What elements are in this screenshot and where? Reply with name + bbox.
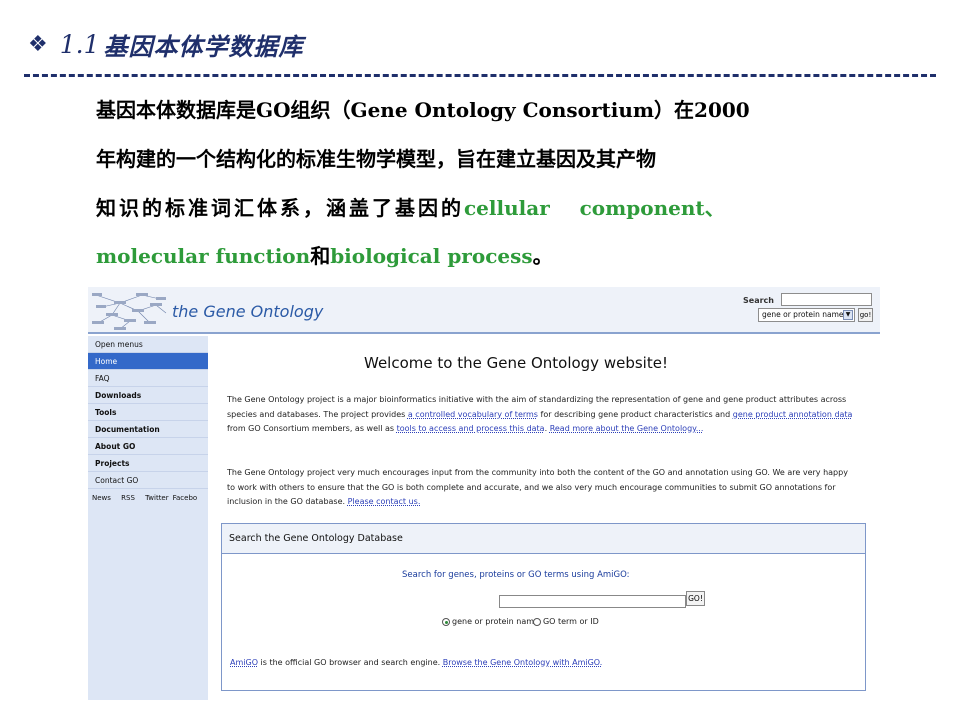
vocabulary-link[interactable]: a controlled vocabulary of terms <box>408 410 538 419</box>
amigo-search-label: Search for genes, proteins or GO terms u… <box>402 570 630 580</box>
radio-go-term[interactable] <box>532 618 541 626</box>
header-search-label: Search <box>743 296 774 305</box>
chevron-down-icon[interactable]: ▼ <box>843 310 853 320</box>
dashed-divider <box>24 74 936 77</box>
welcome-heading: Welcome to the Gene Ontology website! <box>364 354 668 372</box>
intro-paragraph-1: The Gene Ontology project is a major bio… <box>227 393 857 437</box>
section-title: 基因本体学数据库 <box>103 32 304 61</box>
news-link[interactable]: News <box>92 494 111 502</box>
sidebar-item-home[interactable]: Home <box>88 353 208 370</box>
diamond-bullet-icon: ❖ <box>28 31 48 57</box>
sidebar: Open menus Home FAQ Downloads Tools Docu… <box>88 336 208 700</box>
conjunction-text: 和 <box>310 244 331 268</box>
amigo-link[interactable]: AmiGO <box>230 658 258 667</box>
ontology-graph-logo-icon <box>92 293 167 330</box>
radio-gene-protein-label: gene or protein name <box>452 617 539 626</box>
header-search-type-select[interactable]: gene or protein name ▼ <box>758 308 855 322</box>
term-component: component <box>579 196 705 220</box>
term-separator: 、 <box>704 196 725 220</box>
paragraph-line-2: 年构建的一个结构化的标准生物学模型，旨在建立基因及其产物 <box>96 147 656 171</box>
amigo-search-input[interactable] <box>499 595 686 608</box>
go-website-screenshot: the Gene Ontology Search gene or protein… <box>88 287 880 700</box>
sidebar-item-projects[interactable]: Projects <box>88 455 208 472</box>
read-more-link[interactable]: Read more about the Gene Ontology... <box>550 424 704 433</box>
sidebar-item-open-menus[interactable]: Open menus <box>88 336 208 353</box>
intro-paragraph-2: The Gene Ontology project very much enco… <box>227 466 857 510</box>
sidebar-item-downloads[interactable]: Downloads <box>88 387 208 404</box>
paragraph-line-3: 知识的标准词汇体系，涵盖了基因的cellular component、 <box>96 188 725 228</box>
social-links: News RSS Twitter Facebo <box>88 490 208 506</box>
sidebar-item-about-go[interactable]: About GO <box>88 438 208 455</box>
term-biological-process: biological process <box>330 244 533 268</box>
header-search-go-button[interactable]: go! <box>858 308 873 322</box>
paragraph-line-4: molecular function和biological process。 <box>96 236 553 276</box>
contact-us-link[interactable]: Please contact us. <box>348 497 421 506</box>
sidebar-item-faq[interactable]: FAQ <box>88 370 208 387</box>
period-text: 。 <box>532 244 553 268</box>
paragraph-text: 知识的标准词汇体系，涵盖了基因的 <box>96 196 464 220</box>
radio-gene-protein[interactable] <box>442 618 450 626</box>
site-header: the Gene Ontology Search gene or protein… <box>88 287 880 334</box>
search-type-radios: gene or protein name GO term or ID <box>442 616 599 628</box>
rss-link[interactable]: RSS <box>121 494 135 502</box>
annotation-data-link[interactable]: gene product annotation data <box>733 410 853 419</box>
radio-go-term-label: GO term or ID <box>542 617 599 626</box>
section-number: 1.1 <box>59 29 100 59</box>
term-molecular-function: molecular function <box>96 244 311 268</box>
sidebar-item-documentation[interactable]: Documentation <box>88 421 208 438</box>
search-panel-title: Search the Gene Ontology Database <box>222 524 865 554</box>
slide-title: ❖ 1.1 基因本体学数据库 <box>28 26 304 62</box>
site-brand[interactable]: the Gene Ontology <box>172 302 323 321</box>
tools-link[interactable]: tools to access and process this data <box>397 424 545 433</box>
facebook-link[interactable]: Facebo <box>173 494 198 502</box>
amigo-note: AmiGO is the official GO browser and sea… <box>230 658 602 667</box>
header-search-select-value: gene or protein name <box>762 310 844 319</box>
go-search-panel: Search the Gene Ontology Database Search… <box>221 523 866 691</box>
term-cellular: cellular <box>464 196 550 220</box>
amigo-note-text: is the official GO browser and search en… <box>257 658 443 667</box>
browse-amigo-link[interactable]: Browse the Gene Ontology with AmiGO. <box>443 658 603 667</box>
amigo-go-button[interactable]: GO! <box>686 591 705 606</box>
intro-text: from GO Consortium members, as well as <box>227 424 397 434</box>
intro-text: The Gene Ontology project very much enco… <box>227 468 848 507</box>
header-search-input[interactable] <box>781 293 872 306</box>
intro-text: for describing gene product characterist… <box>537 409 733 419</box>
twitter-link[interactable]: Twitter <box>145 494 168 502</box>
paragraph-line-1: 基因本体数据库是GO组织（Gene Ontology Consortium）在2… <box>96 98 750 122</box>
main-content: Welcome to the Gene Ontology website! Th… <box>208 336 880 700</box>
sidebar-item-contact-go[interactable]: Contact GO <box>88 472 208 489</box>
sidebar-item-tools[interactable]: Tools <box>88 404 208 421</box>
